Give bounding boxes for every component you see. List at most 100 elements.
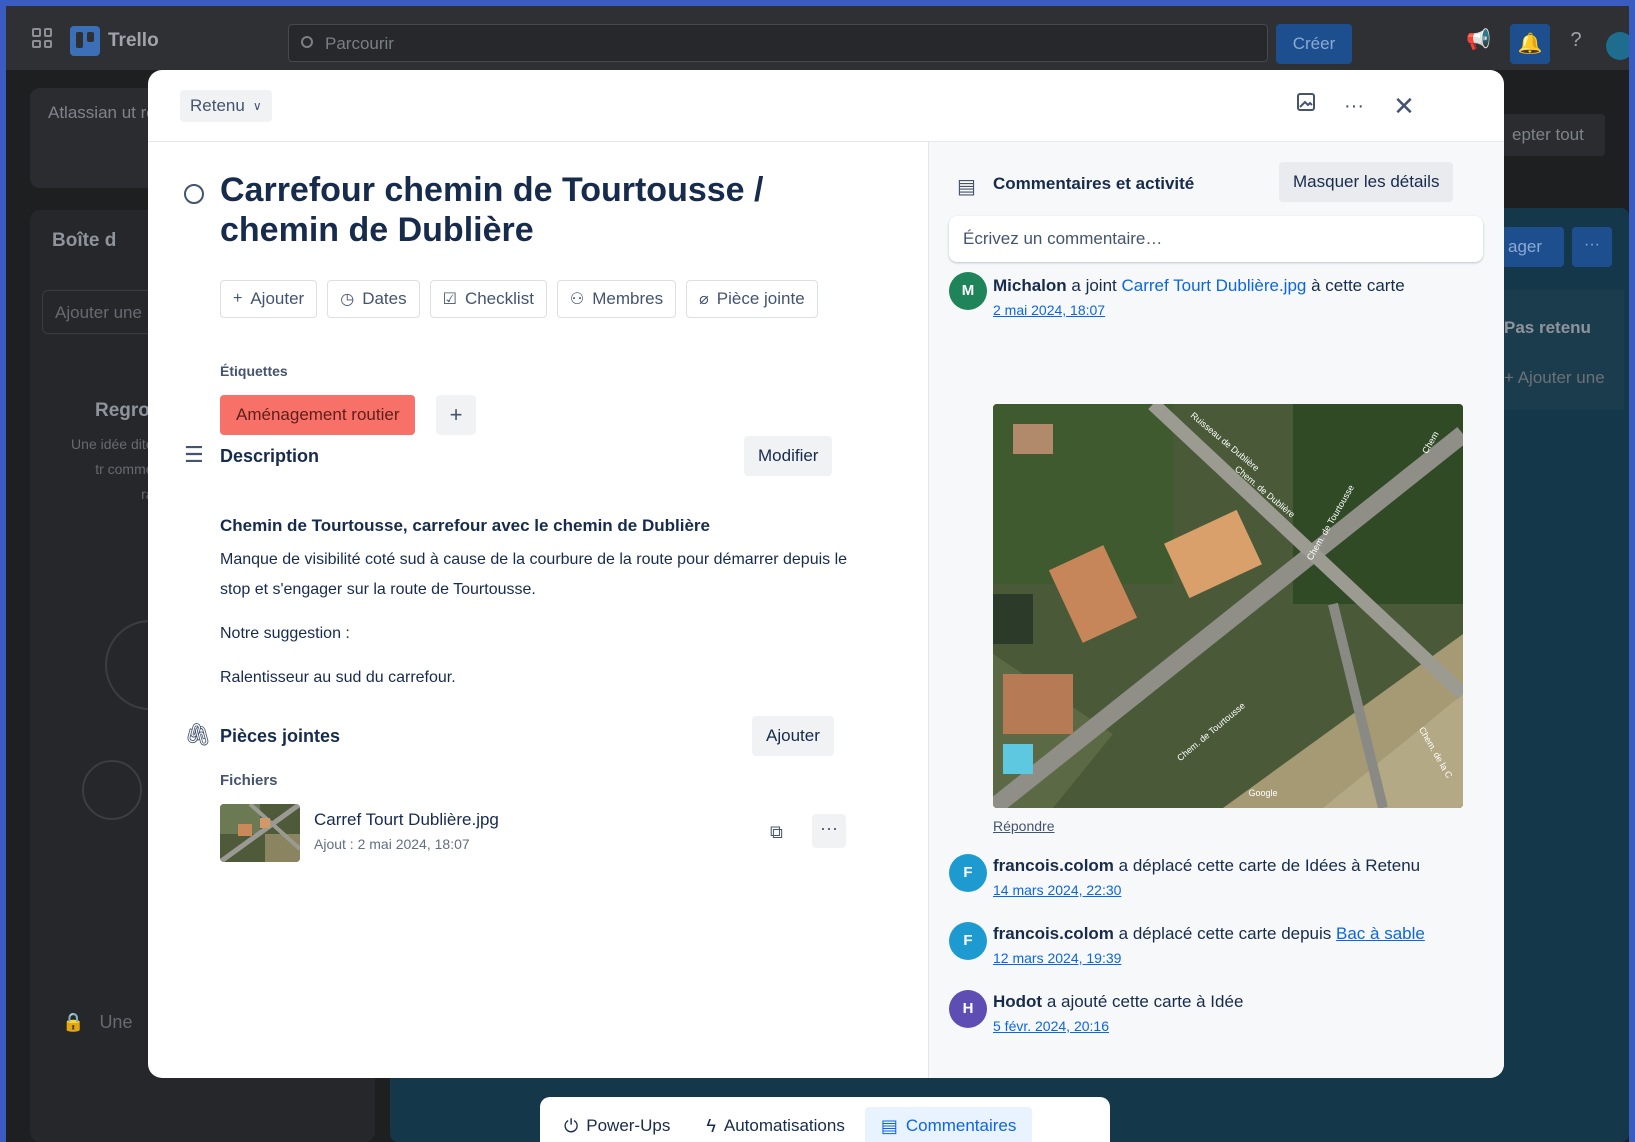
label-chip[interactable]: Aménagement routier <box>220 395 416 435</box>
activity-user[interactable]: Michalon <box>993 276 1067 295</box>
attachment-more-button[interactable]: ··· <box>812 814 846 848</box>
dates-button[interactable]: ◷ Dates <box>327 280 420 318</box>
list-selector[interactable]: Retenu ∨ <box>180 90 272 122</box>
activity-column: ▤ Commentaires et activité Masquer les d… <box>928 142 1504 1078</box>
add-attachment-button[interactable]: Ajouter <box>752 716 834 756</box>
paperclip-icon: 🖇 <box>184 722 212 747</box>
attachment-map-image[interactable]: Ruisseau de Dublière Chem. de Dublière Che… <box>993 404 1463 808</box>
description-title: Description <box>220 446 320 466</box>
hide-details-button[interactable]: Masquer les détails <box>1279 162 1454 202</box>
avatar[interactable]: F <box>949 854 987 892</box>
description-paragraph: Manque de visibilité coté sud à cause de… <box>220 551 848 598</box>
user-avatar[interactable] <box>1606 32 1634 60</box>
card-title[interactable]: Carrefour chemin de Tourtousse / chemin … <box>220 170 820 250</box>
description-heading: Chemin de Tourtousse, carrefour avec le … <box>220 516 710 535</box>
add-label-button[interactable]: + <box>436 395 476 435</box>
column-add-card[interactable]: + Ajouter une <box>1504 368 1605 388</box>
help-icon[interactable]: ? <box>1564 28 1588 52</box>
description-icon: ☰ <box>184 442 204 467</box>
checklist-icon: ☑ <box>442 291 457 308</box>
background-more-button[interactable]: ··· <box>1572 227 1612 267</box>
attachments-title: Pièces jointes <box>220 726 341 746</box>
notifications-button[interactable]: 🔔 <box>1510 24 1550 64</box>
megaphone-icon[interactable]: 📢 <box>1466 28 1491 52</box>
activity-text: a ajouté cette carte à Idée <box>1042 992 1244 1011</box>
search-placeholder: Parcourir <box>325 34 394 53</box>
comment-icon: ▤ <box>880 1115 898 1136</box>
search-icon <box>301 36 313 48</box>
activity-date[interactable]: 5 févr. 2024, 20:16 <box>993 1018 1109 1034</box>
files-title: Fichiers <box>220 772 278 789</box>
avatar[interactable]: F <box>949 922 987 960</box>
activity-date[interactable]: 2 mai 2024, 18:07 <box>993 302 1105 318</box>
column-title: Pas retenu <box>1504 318 1591 337</box>
edit-description-button[interactable]: Modifier <box>744 436 833 476</box>
modal-header: Retenu ∨ ··· ✕ <box>148 70 1504 142</box>
complete-toggle-icon[interactable] <box>184 184 204 204</box>
power-ups-button[interactable]: ⏻ Power-Ups <box>548 1107 686 1142</box>
activity-user[interactable]: francois.colom <box>993 924 1114 943</box>
activity-item: francois.colom a déplacé cette carte de … <box>993 856 1420 876</box>
background-slack-circle <box>82 760 142 820</box>
power-ups-label: Power-Ups <box>586 1116 671 1135</box>
activity-user[interactable]: Hodot <box>993 992 1042 1011</box>
add-button[interactable]: + Ajouter <box>220 280 318 318</box>
column-add-label: Ajouter une <box>1517 368 1605 387</box>
activity-date[interactable]: 14 mars 2024, 22:30 <box>993 882 1121 898</box>
bell-icon: 🔔 <box>1517 33 1543 55</box>
dates-label: Dates <box>362 289 407 308</box>
activity-text: a déplacé cette carte depuis <box>1113 924 1337 943</box>
bottom-toolbar: ⏻ Power-Ups ϟ Automatisations ▤ Commenta… <box>540 1097 1110 1142</box>
more-options-icon[interactable]: ··· <box>1338 90 1370 122</box>
activity-text: a déplacé cette carte de Idées à Retenu <box>1113 856 1421 875</box>
activity-date[interactable]: 12 mars 2024, 19:39 <box>993 950 1121 966</box>
members-label: Membres <box>592 289 664 308</box>
comments-button[interactable]: ▤ Commentaires <box>864 1107 1033 1142</box>
add-member-icon: ⚇ <box>569 291 585 308</box>
card-detail-modal: Retenu ∨ ··· ✕ Carrefour chemin de Tourt… <box>148 70 1504 1078</box>
avatar[interactable]: M <box>949 272 987 310</box>
activity-attachment-link[interactable]: Carref Tourt Dublière.jpg <box>1121 276 1306 295</box>
app-switcher-icon[interactable] <box>32 28 52 48</box>
background-lock-row: 🔒 Une <box>62 1012 132 1033</box>
clock-icon: ◷ <box>340 291 355 308</box>
add-label: Ajouter <box>250 289 305 308</box>
external-link-icon[interactable]: ⧉ <box>770 822 783 843</box>
trello-logo-text: Trello <box>108 30 159 51</box>
list-name: Retenu <box>190 96 245 115</box>
automations-button[interactable]: ϟ Automatisations <box>690 1107 860 1142</box>
search-input[interactable]: Parcourir <box>288 24 1268 62</box>
background-share-button[interactable]: ager <box>1502 227 1564 267</box>
attachment-file-meta: Ajout : 2 mai 2024, 18:07 <box>314 836 470 852</box>
attachment-thumbnail[interactable] <box>220 804 300 862</box>
chevron-down-icon: ∨ <box>252 99 262 113</box>
activity-title: Commentaires et activité <box>993 174 1195 193</box>
trello-logo-icon <box>70 26 100 56</box>
create-button[interactable]: Créer <box>1276 24 1352 64</box>
attachment-button[interactable]: ⌀ Pièce jointe <box>686 280 818 318</box>
activity-user[interactable]: francois.colom <box>993 856 1114 875</box>
activity-item: Michalon a joint Carref Tourt Dublière.j… <box>993 276 1405 296</box>
trello-logo[interactable]: Trello <box>70 26 159 56</box>
comment-input[interactable]: Écrivez un commentaire… <box>949 216 1483 262</box>
attachment-file-name[interactable]: Carref Tourt Dublière.jpg <box>314 810 499 830</box>
reply-link[interactable]: Répondre <box>993 818 1055 834</box>
checklist-label: Checklist <box>464 289 534 308</box>
avatar[interactable]: H <box>949 990 987 1028</box>
bolt-icon: ϟ <box>706 1115 716 1136</box>
activity-item: francois.colom a déplacé cette carte dep… <box>993 924 1425 944</box>
lock-text: Une <box>99 1012 133 1032</box>
cover-image-icon[interactable] <box>1290 90 1322 122</box>
activity-board-link[interactable]: Bac à sable <box>1336 924 1425 943</box>
checklist-button[interactable]: ☑ Checklist <box>429 280 547 318</box>
close-icon[interactable]: ✕ <box>1388 90 1420 122</box>
comments-label: Commentaires <box>905 1116 1017 1135</box>
plus-icon: + <box>233 290 243 307</box>
map-label: Google <box>1248 788 1277 798</box>
labels-title: Étiquettes <box>220 363 288 379</box>
inbox-title: Boîte d <box>52 230 117 251</box>
members-button[interactable]: ⚇ Membres <box>556 280 677 318</box>
plug-icon: ⏻ <box>564 1115 579 1136</box>
background-accept-button[interactable]: epter tout <box>1502 114 1605 156</box>
comment-icon: ▤ <box>957 176 976 198</box>
